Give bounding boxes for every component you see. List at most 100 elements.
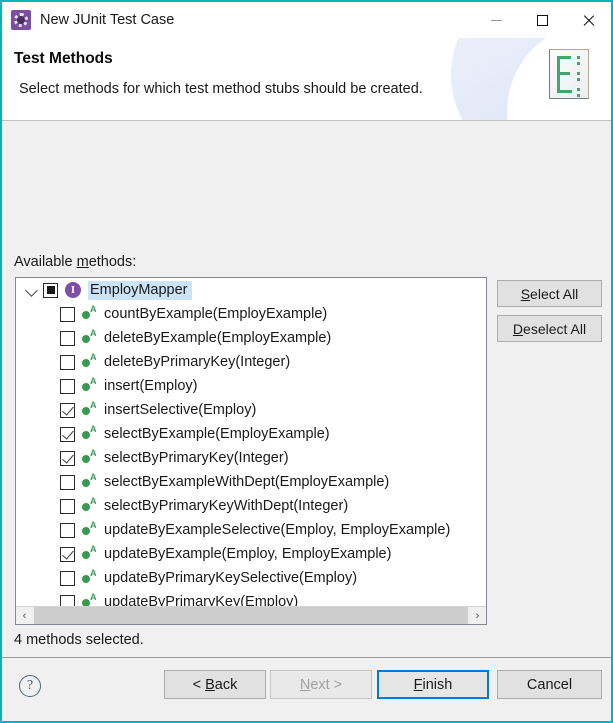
method-label: deleteByPrimaryKey(Integer): [104, 354, 291, 370]
finish-suffix: inish: [422, 676, 453, 693]
abstract-method-icon: A: [82, 545, 99, 562]
method-label: deleteByExample(EmployExample): [104, 330, 332, 346]
method-label: updateByPrimaryKey(Employ): [104, 594, 299, 606]
method-checkbox[interactable]: [60, 570, 75, 586]
scroll-left-icon[interactable]: ‹: [16, 607, 33, 624]
abstract-method-icon: A: [82, 401, 99, 418]
finish-mnemonic: F: [413, 676, 423, 693]
deselect-all-button[interactable]: Deselect All: [497, 315, 602, 342]
method-checkbox[interactable]: [60, 330, 75, 346]
abstract-method-icon: A: [82, 497, 99, 514]
method-label: selectByPrimaryKey(Integer): [104, 450, 289, 466]
method-label: countByExample(EmployExample): [104, 306, 328, 322]
junit-icon: [11, 10, 31, 30]
tree-root-row[interactable]: I EmployMapper: [16, 278, 486, 302]
help-icon[interactable]: ?: [19, 675, 41, 697]
back-suffix: ack: [214, 676, 238, 693]
method-row[interactable]: AselectByPrimaryKey(Integer): [16, 446, 486, 470]
label-suffix: ethods:: [88, 254, 137, 270]
root-checkbox[interactable]: [43, 282, 58, 298]
minimize-button[interactable]: [473, 2, 519, 38]
methods-tree-viewport[interactable]: I EmployMapper AcountByExample(EmployExa…: [16, 278, 486, 606]
dialog-window: New JUnit Test Case Test Methods Select …: [0, 0, 613, 723]
label-mnemonic: m: [76, 254, 89, 270]
select-all-suffix: elect All: [530, 285, 579, 302]
scroll-right-icon[interactable]: ›: [469, 607, 486, 624]
method-row[interactable]: AupdateByPrimaryKey(Employ): [16, 590, 486, 606]
back-mnemonic: B: [205, 676, 215, 693]
select-all-mnemonic: S: [520, 285, 531, 302]
method-label: selectByPrimaryKeyWithDept(Integer): [104, 498, 349, 514]
abstract-method-icon: A: [82, 377, 99, 394]
method-checkbox[interactable]: [60, 426, 75, 442]
method-row[interactable]: AupdateByExampleSelective(Employ, Employ…: [16, 518, 486, 542]
chevron-down-icon[interactable]: [24, 282, 40, 298]
abstract-method-icon: A: [82, 593, 99, 606]
method-row[interactable]: AdeleteByExample(EmployExample): [16, 326, 486, 350]
method-row[interactable]: AupdateByPrimaryKeySelective(Employ): [16, 566, 486, 590]
method-checkbox[interactable]: [60, 354, 75, 370]
method-checkbox[interactable]: [60, 402, 75, 418]
method-row[interactable]: AupdateByExample(Employ, EmployExample): [16, 542, 486, 566]
method-label: updateByExample(Employ, EmployExample): [104, 546, 392, 562]
abstract-method-icon: A: [82, 521, 99, 538]
selected-count-status: 4 methods selected.: [14, 632, 144, 648]
close-button[interactable]: [565, 2, 611, 38]
window-controls: [473, 2, 611, 38]
abstract-method-icon: A: [82, 449, 99, 466]
back-prefix: <: [192, 676, 206, 693]
method-checkbox[interactable]: [60, 378, 75, 394]
abstract-method-icon: A: [82, 353, 99, 370]
deselect-all-mnemonic: D: [512, 320, 524, 337]
method-label: insert(Employ): [104, 378, 198, 394]
finish-button[interactable]: Finish: [377, 670, 489, 699]
wizard-header: Test Methods Select methods for which te…: [2, 38, 611, 121]
dialog-body: Available methods: I EmployMapper Acount…: [2, 121, 611, 705]
method-checkbox[interactable]: [60, 474, 75, 490]
dialog-footer: ? < Back Next > Finish Cancel: [2, 657, 611, 721]
method-checkbox[interactable]: [60, 450, 75, 466]
method-checkbox[interactable]: [60, 306, 75, 322]
method-checkbox[interactable]: [60, 498, 75, 514]
abstract-method-icon: A: [82, 425, 99, 442]
cancel-button[interactable]: Cancel: [497, 670, 602, 699]
method-row-list: AcountByExample(EmployExample) AdeleteByE…: [16, 302, 486, 606]
label-prefix: Available: [14, 254, 77, 270]
close-icon: [582, 14, 595, 27]
method-label: updateByExampleSelective(Employ, EmployE…: [104, 522, 451, 538]
scrollbar-thumb[interactable]: [34, 607, 468, 624]
deselect-all-suffix: eselect All: [523, 320, 587, 337]
method-row[interactable]: AselectByExampleWithDept(EmployExample): [16, 470, 486, 494]
method-row[interactable]: AselectByPrimaryKeyWithDept(Integer): [16, 494, 486, 518]
next-button[interactable]: Next >: [270, 670, 372, 699]
method-row[interactable]: AdeleteByPrimaryKey(Integer): [16, 350, 486, 374]
tree-root-label: EmployMapper: [88, 280, 192, 300]
interface-icon: I: [65, 282, 81, 298]
abstract-method-icon: A: [82, 305, 99, 322]
next-mnemonic: N: [299, 676, 311, 693]
method-row[interactable]: Ainsert(Employ): [16, 374, 486, 398]
back-button[interactable]: < Back: [164, 670, 266, 699]
horizontal-scrollbar[interactable]: ‹ ›: [16, 606, 486, 624]
method-row[interactable]: AcountByExample(EmployExample): [16, 302, 486, 326]
available-methods-label: Available methods:: [14, 254, 136, 270]
title-bar: New JUnit Test Case: [2, 2, 611, 38]
method-checkbox[interactable]: [60, 522, 75, 538]
method-checkbox[interactable]: [60, 546, 75, 562]
method-row[interactable]: AselectByExample(EmployExample): [16, 422, 486, 446]
maximize-icon: [536, 14, 548, 26]
method-label: insertSelective(Employ): [104, 402, 257, 418]
minimize-icon: [490, 19, 502, 21]
method-row[interactable]: AinsertSelective(Employ): [16, 398, 486, 422]
next-suffix: ext >: [310, 676, 343, 693]
junit-wizard-banner-icon: [549, 49, 589, 99]
method-label: selectByExample(EmployExample): [104, 426, 330, 442]
cancel-label: Cancel: [526, 676, 573, 693]
maximize-button[interactable]: [519, 2, 565, 38]
select-all-button[interactable]: Select All: [497, 280, 602, 307]
abstract-method-icon: A: [82, 569, 99, 586]
methods-tree[interactable]: I EmployMapper AcountByExample(EmployExa…: [15, 277, 487, 625]
method-label: selectByExampleWithDept(EmployExample): [104, 474, 390, 490]
window-title: New JUnit Test Case: [40, 12, 175, 28]
method-checkbox[interactable]: [60, 594, 75, 606]
